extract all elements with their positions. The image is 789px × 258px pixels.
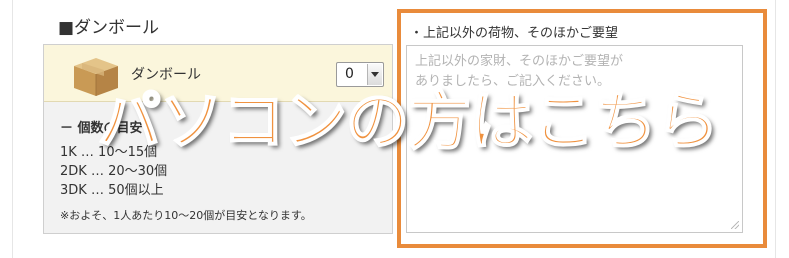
- section-heading: ■ダンボール: [58, 18, 160, 38]
- chevron-down-icon[interactable]: [367, 64, 382, 85]
- guide-line: 3DK … 50個以上: [60, 183, 164, 198]
- guide-line: 2DK … 20〜30個: [60, 164, 168, 179]
- overlay-caption: パソコンの方はこちら: [97, 84, 720, 159]
- item-label: ダンボール: [131, 67, 201, 83]
- quantity-value: 0: [345, 66, 354, 82]
- guide-note: ※およそ、1人あたり10〜20個が目安となります。: [60, 209, 312, 222]
